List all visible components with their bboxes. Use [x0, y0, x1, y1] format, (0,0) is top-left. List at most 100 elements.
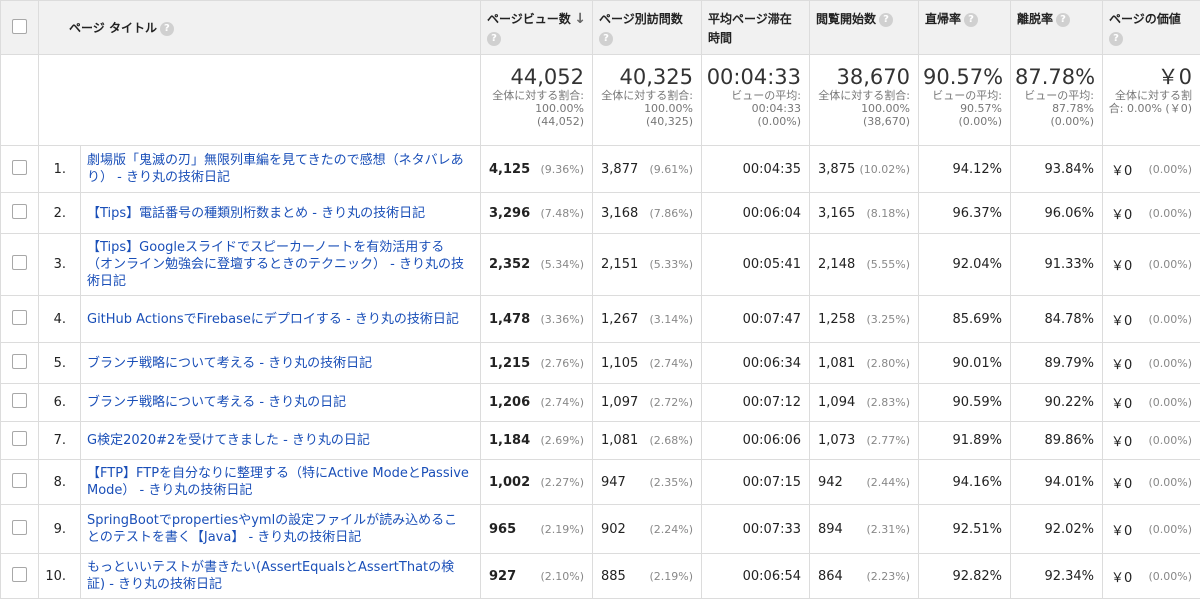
- page-title-link[interactable]: G検定2020#2を受けてきました - きり丸の日記: [79, 421, 482, 460]
- pageviews-cell: 1,184 (2.69%): [480, 421, 594, 460]
- pageviews-cell: 3,296 (7.48%): [480, 192, 594, 234]
- sort-desc-icon[interactable]: ↓: [574, 10, 586, 29]
- entrances-pct: (3.25%): [866, 312, 911, 326]
- page-title-link[interactable]: GitHub ActionsでFirebaseにデプロイする - きり丸の技術日…: [79, 295, 482, 343]
- exit-rate-value: 84.78%: [1010, 295, 1104, 343]
- row-checkbox[interactable]: [12, 255, 27, 270]
- entrances-value: 864: [818, 568, 843, 584]
- bounce-rate-value: 94.12%: [918, 145, 1012, 193]
- unique-pageviews-pct: (7.86%): [649, 206, 694, 220]
- exit-rate-value: 89.79%: [1010, 342, 1104, 384]
- page-title-link[interactable]: もっといいテストが書きたい(AssertEqualsとAssertThatの検証…: [79, 553, 482, 599]
- pageviews-value: 927: [489, 568, 517, 584]
- header-row: ページ タイトル? ページビュー数 ↓? ページ別訪問数? 平均ページ滞在時間 閲…: [0, 0, 1200, 55]
- exit-rate-value: 94.01%: [1010, 459, 1104, 505]
- pageviews-value: 2,352: [489, 257, 531, 272]
- totals-avg-time-sub: ビューの平均: 00:04:33 (0.00%): [731, 89, 802, 128]
- row-index: 9.: [38, 504, 81, 554]
- row-checkbox[interactable]: [12, 431, 27, 446]
- entrances-cell: 2,148 (5.55%): [809, 233, 920, 296]
- page-title-link[interactable]: 劇場版「鬼滅の刃」無限列車編を見てきたので感想（ネタバレあり） - きり丸の技術…: [79, 145, 482, 193]
- exit-rate-value: 92.34%: [1010, 553, 1104, 599]
- help-icon[interactable]: ?: [599, 31, 614, 46]
- row-index: 3.: [38, 233, 81, 296]
- totals-pageviews: 44,052 全体に対する割合: 100.00% (44,052): [480, 54, 594, 146]
- select-all-checkbox[interactable]: [12, 18, 27, 34]
- page-title-link[interactable]: ブランチ戦略について考える - きり丸の日記: [79, 383, 482, 422]
- help-icon[interactable]: ?: [1109, 31, 1124, 46]
- entrances-cell: 1,073 (2.77%): [809, 421, 920, 460]
- row-index: 7.: [38, 421, 81, 460]
- page-value-cell: ￥0 (0.00%): [1102, 504, 1200, 554]
- row-checkbox[interactable]: [12, 159, 27, 175]
- pageviews-cell: 1,478 (3.36%): [480, 295, 594, 343]
- pageviews-pct: (3.36%): [540, 312, 585, 326]
- exit-rate-header-label: 離脱率: [1017, 12, 1054, 26]
- unique-pageviews-cell: 2,151 (5.33%): [592, 233, 703, 296]
- page-title-link[interactable]: SpringBootでpropertiesやymlの設定ファイルが読み込めること…: [79, 504, 482, 554]
- table-row: 10. もっといいテストが書きたい(AssertEqualsとAssertTha…: [0, 553, 1200, 599]
- row-checkbox[interactable]: [12, 519, 27, 535]
- unique-pageviews-pct: (2.72%): [649, 396, 694, 409]
- page-value-value: ￥0: [1111, 523, 1133, 539]
- page-title-header[interactable]: ページ タイトル?: [37, 0, 482, 55]
- row-checkbox-cell: [0, 504, 39, 554]
- page-title-link[interactable]: ブランチ戦略について考える - きり丸の技術日記: [79, 342, 482, 384]
- unique-pageviews-value: 902: [601, 521, 626, 537]
- help-icon[interactable]: ?: [964, 12, 979, 27]
- row-checkbox[interactable]: [12, 353, 27, 369]
- help-icon[interactable]: ?: [159, 21, 174, 36]
- page-value-cell: ￥0 (0.00%): [1102, 459, 1200, 505]
- page-value-pct: (0.00%): [1148, 522, 1193, 536]
- unique-pageviews-pct: (3.14%): [649, 312, 694, 326]
- page-title-link[interactable]: 【Tips】電話番号の種類別桁数まとめ - きり丸の技術日記: [79, 192, 482, 234]
- row-index: 8.: [38, 459, 81, 505]
- totals-unique-pageviews-value: 40,325: [619, 65, 694, 89]
- pageviews-value: 965: [489, 521, 517, 537]
- totals-row: 44,052 全体に対する割合: 100.00% (44,052) 40,325 全…: [0, 54, 1200, 146]
- row-checkbox-cell: [0, 145, 39, 193]
- pageviews-header-label: ページビュー数: [487, 12, 571, 26]
- row-index: 6.: [38, 383, 81, 422]
- totals-label-cell: [37, 54, 482, 146]
- row-checkbox[interactable]: [12, 472, 27, 488]
- entrances-pct: (5.55%): [866, 258, 911, 271]
- entrances-header[interactable]: 閲覧開始数?: [809, 0, 920, 55]
- page-value-pct: (0.00%): [1148, 396, 1193, 409]
- unique-pageviews-header[interactable]: ページ別訪問数?: [592, 0, 703, 55]
- unique-pageviews-pct: (2.74%): [649, 356, 694, 370]
- help-icon[interactable]: ?: [1056, 12, 1071, 27]
- row-checkbox[interactable]: [12, 393, 27, 408]
- entrances-pct: (10.02%): [859, 162, 911, 176]
- page-value-value: ￥0: [1111, 207, 1133, 223]
- page-value-value: ￥0: [1111, 163, 1133, 179]
- help-icon[interactable]: ?: [487, 31, 502, 46]
- exit-rate-header[interactable]: 離脱率?: [1010, 0, 1104, 55]
- page-value-cell: ￥0 (0.00%): [1102, 342, 1200, 384]
- table-row: 4. GitHub ActionsでFirebaseにデプロイする - きり丸の…: [0, 295, 1200, 343]
- totals-empty-cell: [0, 54, 39, 146]
- entrances-cell: 1,258 (3.25%): [809, 295, 920, 343]
- exit-rate-value: 89.86%: [1010, 421, 1104, 460]
- entrances-cell: 942 (2.44%): [809, 459, 920, 505]
- page-title-link[interactable]: 【Tips】Googleスライドでスピーカーノートを有効活用する（オンライン勉強…: [79, 233, 482, 296]
- unique-pageviews-pct: (2.68%): [649, 434, 694, 447]
- page-title-link[interactable]: 【FTP】FTPを自分なりに整理する（特にActive ModeとPassive…: [79, 459, 482, 505]
- row-checkbox-cell: [0, 233, 39, 296]
- exit-rate-value: 93.84%: [1010, 145, 1104, 193]
- unique-pageviews-pct: (2.19%): [649, 569, 694, 583]
- bounce-rate-header[interactable]: 直帰率?: [918, 0, 1012, 55]
- totals-unique-pageviews-sub: 全体に対する割合: 100.00% (40,325): [601, 89, 694, 128]
- pageviews-pct: (2.74%): [540, 396, 585, 409]
- page-value-header[interactable]: ページの価値?: [1102, 0, 1200, 55]
- row-checkbox[interactable]: [12, 203, 27, 219]
- exit-rate-value: 90.22%: [1010, 383, 1104, 422]
- pageviews-header[interactable]: ページビュー数 ↓?: [480, 0, 594, 55]
- unique-pageviews-cell: 947 (2.35%): [592, 459, 703, 505]
- row-checkbox[interactable]: [12, 309, 27, 325]
- table-row: 5. ブランチ戦略について考える - きり丸の技術日記 1,215 (2.76%)…: [0, 342, 1200, 384]
- unique-pageviews-cell: 902 (2.24%): [592, 504, 703, 554]
- avg-time-header[interactable]: 平均ページ滞在時間: [701, 0, 811, 55]
- help-icon[interactable]: ?: [879, 12, 894, 27]
- row-checkbox[interactable]: [12, 566, 27, 582]
